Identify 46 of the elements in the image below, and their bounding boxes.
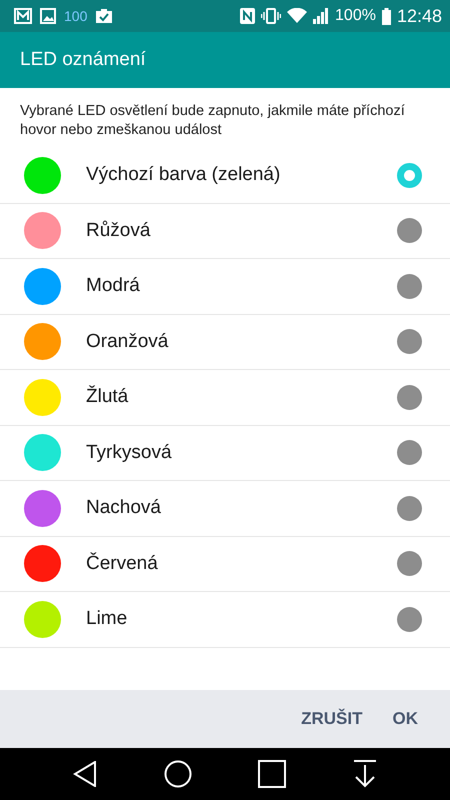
clock: 12:48 [396, 6, 442, 26]
home-icon[interactable] [164, 760, 192, 788]
option-label: Červená [86, 552, 159, 575]
notification-count: 100 [64, 8, 88, 24]
back-icon[interactable] [73, 761, 98, 787]
dialog-button[interactable]: OK [380, 699, 430, 739]
radio-button[interactable] [397, 496, 422, 521]
radio-button[interactable] [397, 606, 422, 632]
radio-button[interactable] [397, 551, 422, 576]
radio-button[interactable] [397, 218, 422, 244]
radio-button[interactable] [397, 384, 422, 410]
nfc-icon [240, 8, 256, 24]
wifi-icon [287, 8, 308, 24]
color-option[interactable]: Nachová [0, 481, 450, 536]
option-label: Růžová [86, 220, 152, 242]
download-arrow-icon[interactable] [352, 760, 377, 788]
option-label: Oranžová [86, 330, 170, 353]
battery-percentage: 100% [335, 7, 376, 25]
color-option[interactable]: Červená [0, 536, 450, 592]
vibrate-icon [261, 8, 282, 24]
radio-button[interactable] [397, 440, 422, 466]
description-text: Vybrané LED osvětlení bude zapnuto, jakmile máte příchozí hovor nebo zmeškanou událost [19, 102, 406, 140]
option-label: Výchozí barva (zelená) [86, 164, 282, 186]
dialog-title: LED oznámení [20, 49, 146, 71]
signal-icon [313, 8, 330, 24]
radio-button[interactable] [397, 274, 422, 299]
color-option[interactable]: Růžová [0, 204, 450, 259]
radio-button[interactable] [397, 162, 422, 188]
color-option[interactable]: Žlutá [0, 370, 450, 426]
color-option[interactable]: Modrá [0, 259, 450, 314]
battery-icon [382, 8, 391, 24]
option-label: Žlutá [86, 386, 130, 408]
option-label: Tyrkysová [86, 442, 173, 464]
color-option[interactable]: Výchozí barva (zelená) [0, 148, 450, 204]
radio-button[interactable] [397, 329, 422, 354]
color-option[interactable]: Tyrkysová [0, 426, 450, 481]
color-option[interactable]: Oranžová [0, 314, 450, 370]
option-label: Nachová [86, 497, 162, 520]
mail-icon [14, 8, 32, 24]
color-option[interactable]: Lime [0, 592, 450, 648]
option-label: Modrá [86, 275, 141, 298]
option-label: Lime [86, 608, 128, 630]
image-icon [40, 8, 56, 24]
recents-icon[interactable] [258, 760, 286, 788]
clipboard-check-icon [95, 8, 114, 24]
dialog-button[interactable]: ZRUŠIT [289, 699, 374, 739]
